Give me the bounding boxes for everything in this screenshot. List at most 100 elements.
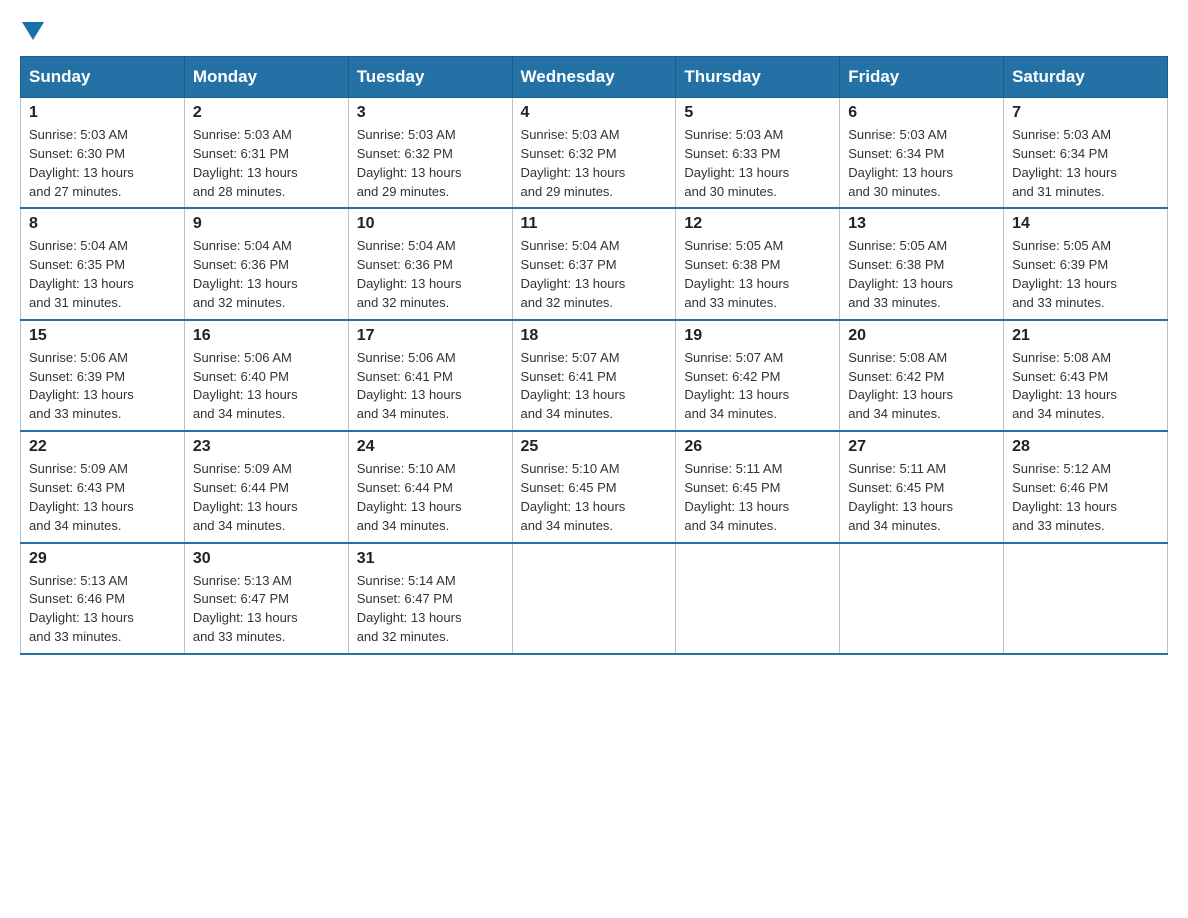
day-number: 17: [357, 327, 504, 345]
day-info: Sunrise: 5:08 AMSunset: 6:43 PMDaylight:…: [1012, 350, 1117, 422]
header-cell-thursday: Thursday: [676, 57, 840, 98]
day-number: 13: [848, 215, 995, 233]
day-cell: 3 Sunrise: 5:03 AMSunset: 6:32 PMDayligh…: [348, 98, 512, 209]
header-cell-monday: Monday: [184, 57, 348, 98]
day-number: 8: [29, 215, 176, 233]
day-cell: 10 Sunrise: 5:04 AMSunset: 6:36 PMDaylig…: [348, 208, 512, 319]
day-number: 23: [193, 438, 340, 456]
day-info: Sunrise: 5:09 AMSunset: 6:43 PMDaylight:…: [29, 461, 134, 533]
day-info: Sunrise: 5:03 AMSunset: 6:32 PMDaylight:…: [357, 127, 462, 199]
day-number: 9: [193, 215, 340, 233]
day-number: 26: [684, 438, 831, 456]
day-cell: 17 Sunrise: 5:06 AMSunset: 6:41 PMDaylig…: [348, 320, 512, 431]
day-cell: 9 Sunrise: 5:04 AMSunset: 6:36 PMDayligh…: [184, 208, 348, 319]
week-row-2: 8 Sunrise: 5:04 AMSunset: 6:35 PMDayligh…: [21, 208, 1168, 319]
day-info: Sunrise: 5:12 AMSunset: 6:46 PMDaylight:…: [1012, 461, 1117, 533]
calendar-body: 1 Sunrise: 5:03 AMSunset: 6:30 PMDayligh…: [21, 98, 1168, 654]
header-cell-saturday: Saturday: [1004, 57, 1168, 98]
day-info: Sunrise: 5:14 AMSunset: 6:47 PMDaylight:…: [357, 573, 462, 645]
day-info: Sunrise: 5:06 AMSunset: 6:41 PMDaylight:…: [357, 350, 462, 422]
calendar-header: SundayMondayTuesdayWednesdayThursdayFrid…: [21, 57, 1168, 98]
header: [20, 20, 1168, 40]
day-number: 29: [29, 550, 176, 568]
day-info: Sunrise: 5:08 AMSunset: 6:42 PMDaylight:…: [848, 350, 953, 422]
day-info: Sunrise: 5:03 AMSunset: 6:32 PMDaylight:…: [521, 127, 626, 199]
day-number: 27: [848, 438, 995, 456]
day-cell: 11 Sunrise: 5:04 AMSunset: 6:37 PMDaylig…: [512, 208, 676, 319]
day-number: 14: [1012, 215, 1159, 233]
day-cell: 29 Sunrise: 5:13 AMSunset: 6:46 PMDaylig…: [21, 543, 185, 654]
day-number: 24: [357, 438, 504, 456]
day-info: Sunrise: 5:07 AMSunset: 6:41 PMDaylight:…: [521, 350, 626, 422]
day-info: Sunrise: 5:04 AMSunset: 6:35 PMDaylight:…: [29, 238, 134, 310]
day-number: 19: [684, 327, 831, 345]
day-cell: [512, 543, 676, 654]
day-cell: 8 Sunrise: 5:04 AMSunset: 6:35 PMDayligh…: [21, 208, 185, 319]
day-cell: 22 Sunrise: 5:09 AMSunset: 6:43 PMDaylig…: [21, 431, 185, 542]
day-number: 28: [1012, 438, 1159, 456]
day-cell: 4 Sunrise: 5:03 AMSunset: 6:32 PMDayligh…: [512, 98, 676, 209]
header-cell-friday: Friday: [840, 57, 1004, 98]
day-number: 4: [521, 104, 668, 122]
day-number: 20: [848, 327, 995, 345]
day-cell: 7 Sunrise: 5:03 AMSunset: 6:34 PMDayligh…: [1004, 98, 1168, 209]
day-cell: 20 Sunrise: 5:08 AMSunset: 6:42 PMDaylig…: [840, 320, 1004, 431]
day-cell: 19 Sunrise: 5:07 AMSunset: 6:42 PMDaylig…: [676, 320, 840, 431]
header-row: SundayMondayTuesdayWednesdayThursdayFrid…: [21, 57, 1168, 98]
day-cell: 24 Sunrise: 5:10 AMSunset: 6:44 PMDaylig…: [348, 431, 512, 542]
week-row-5: 29 Sunrise: 5:13 AMSunset: 6:46 PMDaylig…: [21, 543, 1168, 654]
day-info: Sunrise: 5:03 AMSunset: 6:33 PMDaylight:…: [684, 127, 789, 199]
day-number: 22: [29, 438, 176, 456]
day-number: 7: [1012, 104, 1159, 122]
day-cell: 6 Sunrise: 5:03 AMSunset: 6:34 PMDayligh…: [840, 98, 1004, 209]
day-number: 25: [521, 438, 668, 456]
day-number: 16: [193, 327, 340, 345]
day-number: 1: [29, 104, 176, 122]
header-cell-sunday: Sunday: [21, 57, 185, 98]
day-cell: 15 Sunrise: 5:06 AMSunset: 6:39 PMDaylig…: [21, 320, 185, 431]
day-cell: 27 Sunrise: 5:11 AMSunset: 6:45 PMDaylig…: [840, 431, 1004, 542]
day-cell: 12 Sunrise: 5:05 AMSunset: 6:38 PMDaylig…: [676, 208, 840, 319]
logo: [20, 20, 44, 40]
day-info: Sunrise: 5:13 AMSunset: 6:47 PMDaylight:…: [193, 573, 298, 645]
day-number: 10: [357, 215, 504, 233]
day-number: 31: [357, 550, 504, 568]
day-info: Sunrise: 5:03 AMSunset: 6:34 PMDaylight:…: [848, 127, 953, 199]
day-info: Sunrise: 5:09 AMSunset: 6:44 PMDaylight:…: [193, 461, 298, 533]
day-info: Sunrise: 5:05 AMSunset: 6:38 PMDaylight:…: [848, 238, 953, 310]
day-number: 6: [848, 104, 995, 122]
day-info: Sunrise: 5:10 AMSunset: 6:44 PMDaylight:…: [357, 461, 462, 533]
day-cell: 2 Sunrise: 5:03 AMSunset: 6:31 PMDayligh…: [184, 98, 348, 209]
day-cell: 23 Sunrise: 5:09 AMSunset: 6:44 PMDaylig…: [184, 431, 348, 542]
week-row-4: 22 Sunrise: 5:09 AMSunset: 6:43 PMDaylig…: [21, 431, 1168, 542]
day-cell: 30 Sunrise: 5:13 AMSunset: 6:47 PMDaylig…: [184, 543, 348, 654]
day-info: Sunrise: 5:04 AMSunset: 6:36 PMDaylight:…: [357, 238, 462, 310]
day-number: 5: [684, 104, 831, 122]
day-info: Sunrise: 5:10 AMSunset: 6:45 PMDaylight:…: [521, 461, 626, 533]
day-cell: 13 Sunrise: 5:05 AMSunset: 6:38 PMDaylig…: [840, 208, 1004, 319]
day-info: Sunrise: 5:03 AMSunset: 6:30 PMDaylight:…: [29, 127, 134, 199]
day-info: Sunrise: 5:03 AMSunset: 6:34 PMDaylight:…: [1012, 127, 1117, 199]
day-info: Sunrise: 5:11 AMSunset: 6:45 PMDaylight:…: [684, 461, 789, 533]
header-cell-tuesday: Tuesday: [348, 57, 512, 98]
week-row-1: 1 Sunrise: 5:03 AMSunset: 6:30 PMDayligh…: [21, 98, 1168, 209]
day-info: Sunrise: 5:05 AMSunset: 6:38 PMDaylight:…: [684, 238, 789, 310]
day-cell: 5 Sunrise: 5:03 AMSunset: 6:33 PMDayligh…: [676, 98, 840, 209]
calendar-table: SundayMondayTuesdayWednesdayThursdayFrid…: [20, 56, 1168, 655]
day-cell: 25 Sunrise: 5:10 AMSunset: 6:45 PMDaylig…: [512, 431, 676, 542]
day-info: Sunrise: 5:03 AMSunset: 6:31 PMDaylight:…: [193, 127, 298, 199]
day-cell: 18 Sunrise: 5:07 AMSunset: 6:41 PMDaylig…: [512, 320, 676, 431]
day-info: Sunrise: 5:06 AMSunset: 6:40 PMDaylight:…: [193, 350, 298, 422]
day-number: 2: [193, 104, 340, 122]
logo-triangle-icon: [22, 22, 44, 40]
day-cell: 21 Sunrise: 5:08 AMSunset: 6:43 PMDaylig…: [1004, 320, 1168, 431]
day-cell: [676, 543, 840, 654]
day-number: 21: [1012, 327, 1159, 345]
week-row-3: 15 Sunrise: 5:06 AMSunset: 6:39 PMDaylig…: [21, 320, 1168, 431]
day-number: 15: [29, 327, 176, 345]
day-info: Sunrise: 5:06 AMSunset: 6:39 PMDaylight:…: [29, 350, 134, 422]
day-cell: [1004, 543, 1168, 654]
day-cell: 16 Sunrise: 5:06 AMSunset: 6:40 PMDaylig…: [184, 320, 348, 431]
day-cell: 1 Sunrise: 5:03 AMSunset: 6:30 PMDayligh…: [21, 98, 185, 209]
day-info: Sunrise: 5:13 AMSunset: 6:46 PMDaylight:…: [29, 573, 134, 645]
